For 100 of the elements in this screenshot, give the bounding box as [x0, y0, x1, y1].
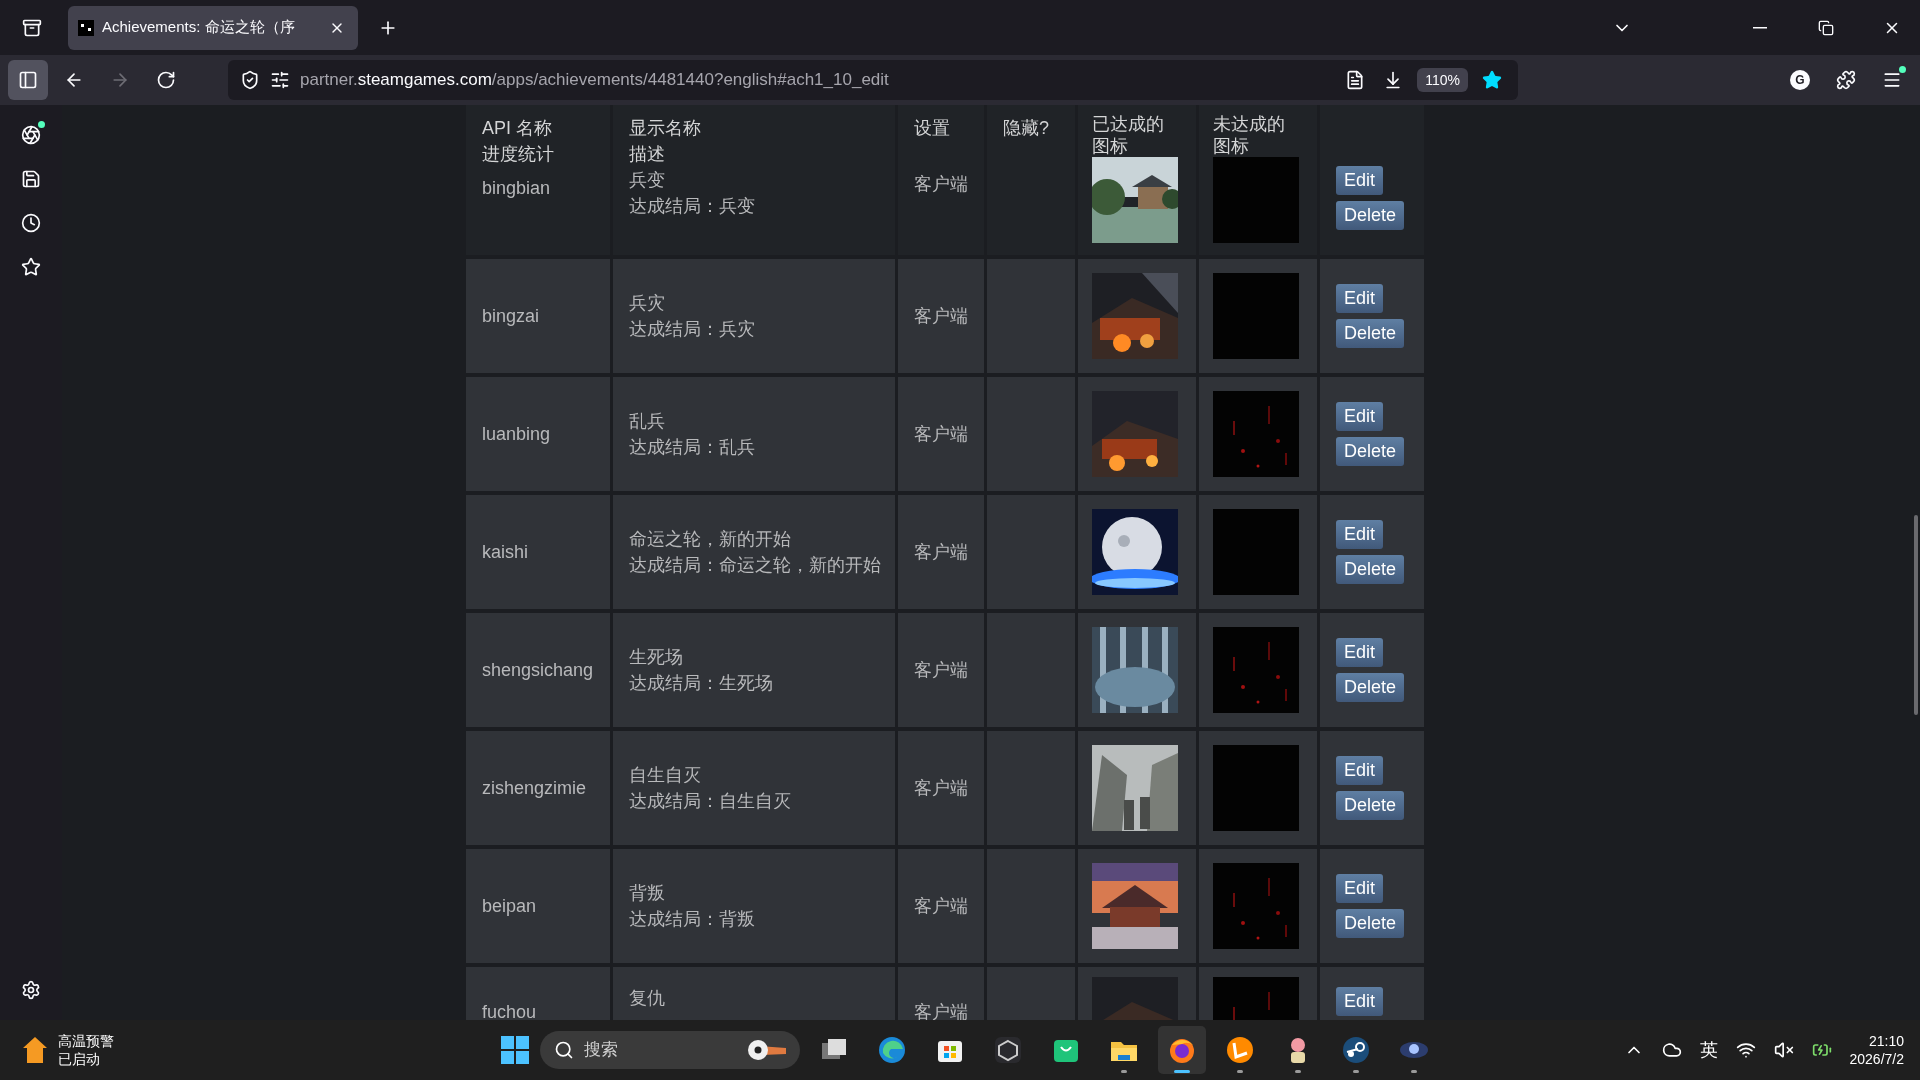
column-header: 已达成的 — [1092, 113, 1165, 135]
running-indicator — [1353, 1070, 1359, 1073]
scrollbar-thumb[interactable] — [1914, 515, 1918, 715]
edit-button[interactable]: Edit — [1336, 284, 1384, 313]
description: 达成结局：生死场 — [629, 672, 774, 695]
setting: 客户端 — [914, 895, 968, 918]
api-name: fuchou — [482, 1001, 538, 1020]
menu-icon — [1882, 70, 1902, 90]
edit-button[interactable]: Edit — [1336, 402, 1384, 431]
archive-icon — [22, 17, 42, 38]
column-header: 图标 — [1213, 135, 1250, 157]
edit-button[interactable]: Edit — [1336, 987, 1384, 1016]
description: 达成结局：兵灾 — [629, 318, 756, 341]
reload-icon — [156, 70, 176, 90]
notification-dot — [1899, 66, 1906, 73]
star-icon — [21, 257, 41, 277]
api-name: zishengzimie — [482, 777, 588, 800]
cube-icon — [993, 1035, 1023, 1065]
column-header: 未达成的 — [1213, 113, 1286, 135]
api-name: beipan — [482, 895, 538, 918]
description: 达成结局：命运之轮，新的开始 — [629, 554, 879, 577]
description: 达成结局：乱兵 — [629, 436, 756, 459]
puzzle-icon — [1836, 70, 1856, 90]
notification-dot — [38, 121, 45, 128]
column-header: 图标 — [1092, 135, 1129, 157]
edit-button[interactable]: Edit — [1336, 638, 1384, 667]
avatar: G — [1790, 70, 1810, 90]
clock-icon — [21, 213, 41, 233]
running-indicator — [1411, 1070, 1417, 1073]
running-indicator — [1121, 1070, 1127, 1073]
setting: 客户端 — [914, 423, 968, 446]
description: 达成结局：背叛 — [629, 908, 756, 931]
delete-button[interactable]: Delete — [1336, 555, 1405, 584]
shield-icon — [240, 70, 260, 90]
display-name: 兵变 — [629, 169, 666, 192]
delete-button[interactable]: Delete — [1336, 319, 1405, 348]
edit-button[interactable]: Edit — [1336, 520, 1384, 549]
address-bar[interactable]: partner.steamgames.com/apps/achievements/4481440?english#ach1_10_edit 110% — [228, 60, 1518, 100]
assistant-icon — [21, 125, 41, 145]
restore-icon — [1818, 19, 1834, 36]
delete-button[interactable]: Delete — [1336, 909, 1405, 938]
running-indicator — [1174, 1070, 1190, 1073]
edit-button[interactable]: Edit — [1336, 166, 1384, 195]
cloud-icon — [1661, 1040, 1682, 1060]
browser-tab[interactable]: Achievements: 命运之轮（序 — [68, 5, 358, 50]
search-icon — [554, 1040, 574, 1060]
weather-title: 高温预警 — [58, 1032, 114, 1050]
column-header: 描述 — [629, 143, 666, 166]
delete-button[interactable]: Delete — [1336, 201, 1405, 230]
account-button[interactable]: G — [1780, 60, 1820, 100]
running-indicator — [1295, 1070, 1301, 1073]
display-name: 背叛 — [629, 882, 666, 905]
edit-button[interactable]: Edit — [1336, 874, 1384, 903]
api-name: kaishi — [482, 541, 530, 564]
settings-icon — [21, 980, 41, 1000]
delete-button[interactable]: Delete — [1336, 791, 1405, 820]
permissions-icon — [270, 70, 290, 90]
description: 达成结局：自生自灭 — [629, 790, 792, 813]
running-indicator — [1237, 1070, 1243, 1073]
setting: 客户端 — [914, 541, 968, 564]
api-name: bingbian — [482, 177, 552, 200]
api-name: bingzai — [482, 305, 541, 328]
setting: 客户端 — [914, 173, 968, 196]
wifi-icon — [1735, 1040, 1756, 1060]
zoom-level[interactable]: 110% — [1417, 68, 1468, 92]
display-name: 命运之轮，新的开始 — [629, 528, 792, 551]
description: 达成结局：兵变 — [629, 195, 756, 218]
clock-date[interactable]: 2026/7/2 — [1849, 1050, 1904, 1068]
display-name: 乱兵 — [629, 410, 666, 433]
save-icon — [21, 169, 41, 189]
display-name: 自生自灭 — [629, 764, 702, 787]
api-name: shengsichang — [482, 659, 594, 682]
display-name: 复仇 — [629, 987, 666, 1010]
setting: 客户端 — [914, 659, 968, 682]
app-logo-icon — [1225, 1035, 1255, 1065]
star-icon — [1482, 70, 1502, 90]
weather-status: 已启动 — [58, 1050, 101, 1068]
windows-icon[interactable] — [500, 1035, 530, 1065]
ball-icon — [746, 1038, 786, 1062]
display-name: 生死场 — [629, 646, 684, 669]
weather-warning-icon — [22, 1036, 48, 1064]
column-header: 进度统计 — [482, 143, 555, 166]
edit-button[interactable]: Edit — [1336, 756, 1384, 785]
column-header: 隐藏? — [1003, 117, 1050, 140]
tab-title: Achievements: 命运之轮（序 — [102, 18, 296, 37]
url-text: partner.steamgames.com/apps/achievements/4481440?english#ach1_10_edit — [300, 70, 890, 90]
setting: 客户端 — [914, 305, 968, 328]
document-icon — [1345, 70, 1366, 90]
column-header: 显示名称 — [629, 117, 702, 140]
minimize-icon — [1753, 26, 1767, 29]
sidebar-icon — [18, 70, 38, 90]
delete-button[interactable]: Delete — [1336, 673, 1405, 702]
sidebar-toggle-button[interactable] — [8, 60, 48, 100]
input-method[interactable]: 英 — [1699, 1041, 1718, 1059]
taskbar-app[interactable] — [1158, 1026, 1206, 1074]
delete-button[interactable]: Delete — [1336, 437, 1405, 466]
clock-time[interactable]: 21:10 — [1868, 1032, 1904, 1050]
api-name: luanbing — [482, 423, 552, 446]
column-header: 设置 — [914, 117, 951, 140]
search-field[interactable]: 搜索 — [540, 1031, 800, 1069]
